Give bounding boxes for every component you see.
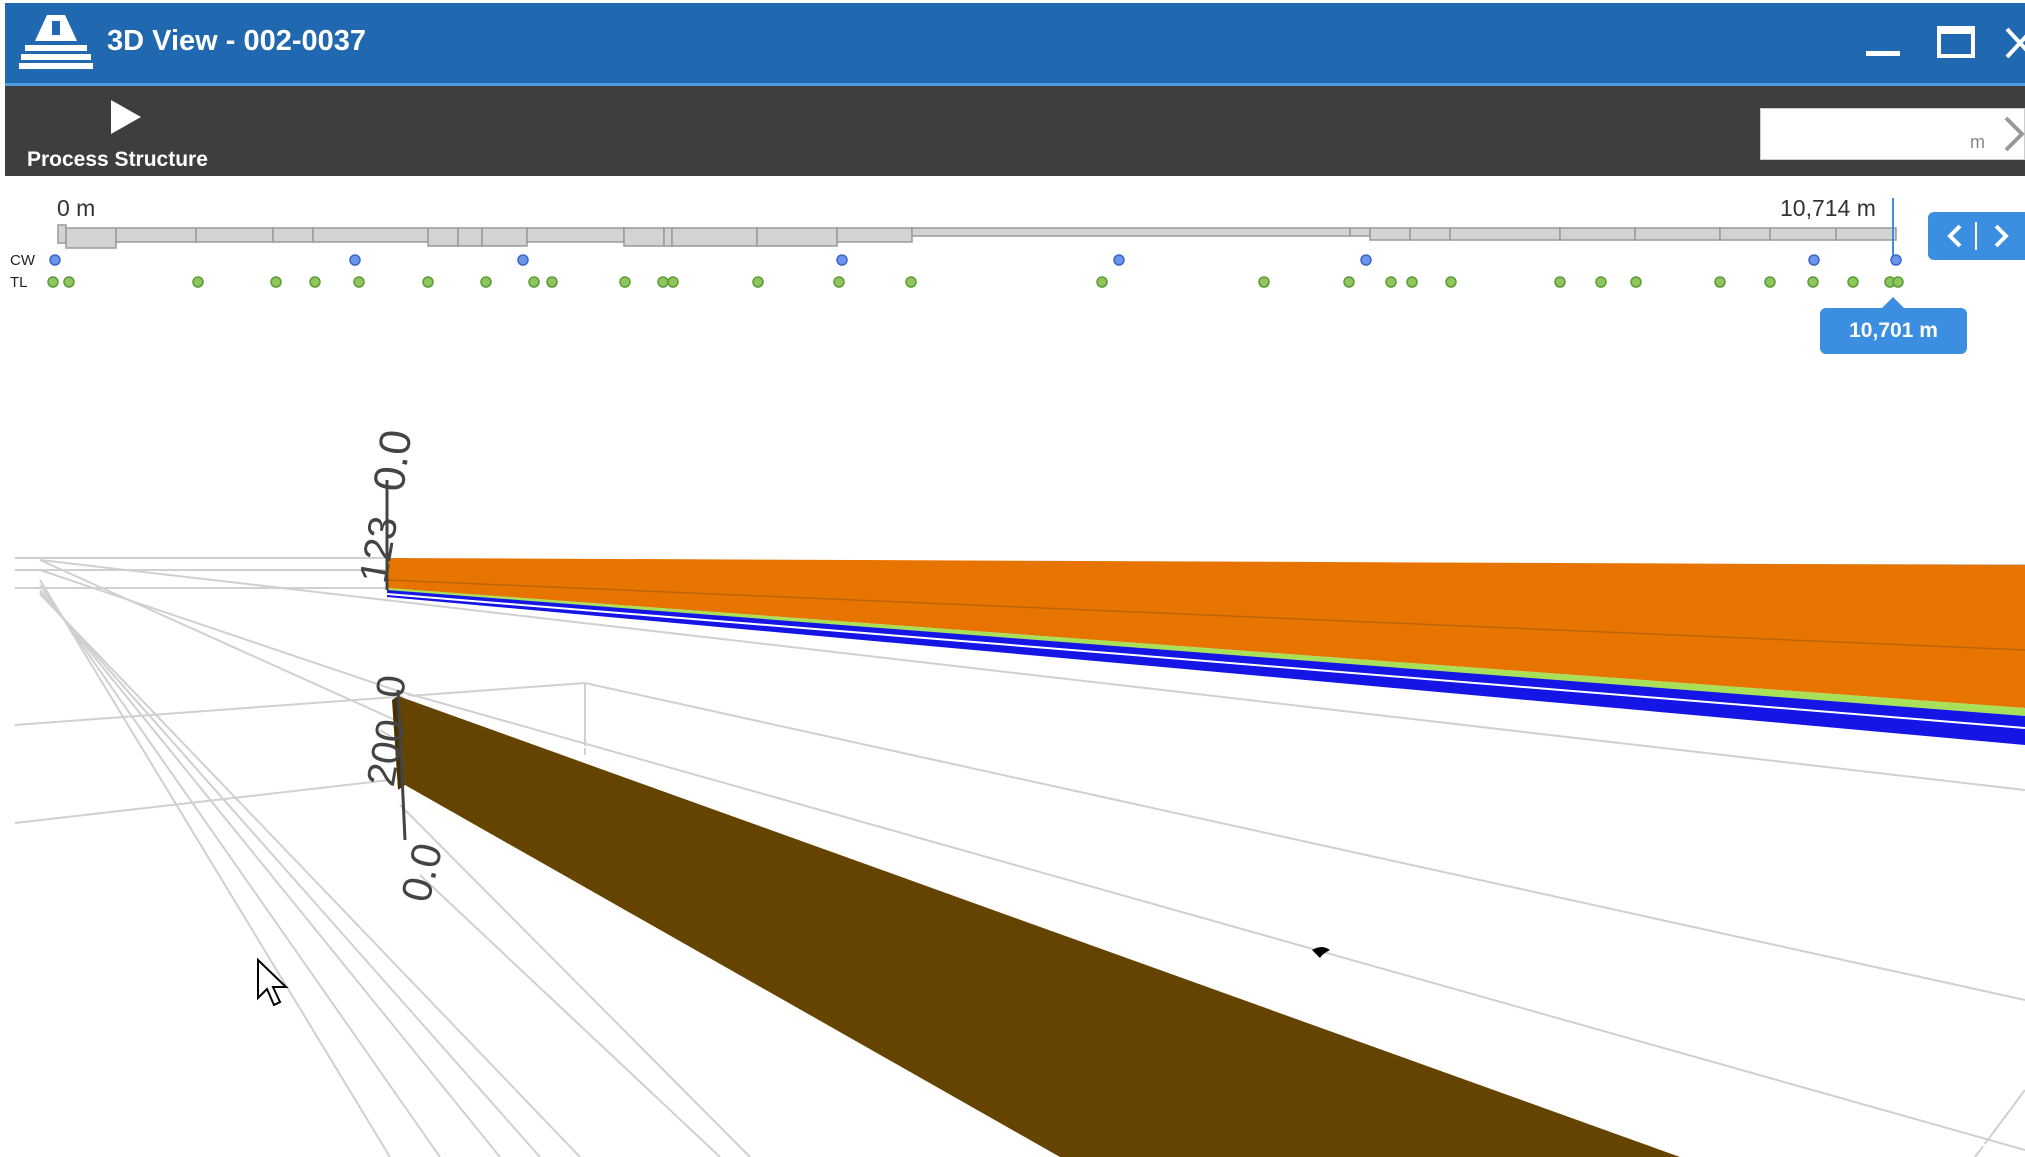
close-icon[interactable] (2003, 23, 2025, 63)
axis-label-top: 0.0 (364, 427, 421, 494)
app-logo-icon (19, 15, 93, 69)
brown-layer (398, 696, 1680, 1157)
title-bar: 3D View - 002-0037 (5, 3, 2025, 86)
cw-markers (49, 254, 1902, 266)
ruler-segments (57, 224, 1897, 249)
chainage-ruler[interactable]: 0 m 10,714 m CW TL (0, 180, 2025, 360)
distance-input[interactable] (1769, 109, 1953, 159)
position-tooltip: 10,701 m (1820, 297, 1967, 354)
station-navigation (1928, 212, 2025, 260)
axis-label-0: 0 (368, 673, 414, 700)
process-structure-button[interactable]: Process Structure (15, 96, 235, 174)
distance-field[interactable] (1760, 108, 2025, 160)
orange-layer (387, 558, 2025, 708)
nav-separator (1975, 222, 1977, 250)
distance-unit: m (1970, 132, 1985, 152)
tl-markers (47, 276, 1904, 288)
chevron-right-icon[interactable] (1980, 212, 2022, 260)
maximize-icon[interactable] (1933, 23, 1979, 63)
chevron-right-icon[interactable] (2000, 112, 2025, 156)
ruler-track (47, 198, 1904, 288)
3d-viewport[interactable]: 0.0 123 0 200 0.0 (0, 360, 2025, 1157)
process-structure-label: Process Structure (27, 148, 208, 171)
window-title: 3D View - 002-0037 (107, 25, 367, 57)
mouse-cursor-icon (257, 957, 289, 1007)
minimize-icon[interactable] (1860, 23, 1906, 63)
play-icon (111, 100, 141, 134)
toolbar: Process Structure (5, 86, 2025, 176)
chevron-left-icon[interactable] (1934, 212, 1976, 260)
